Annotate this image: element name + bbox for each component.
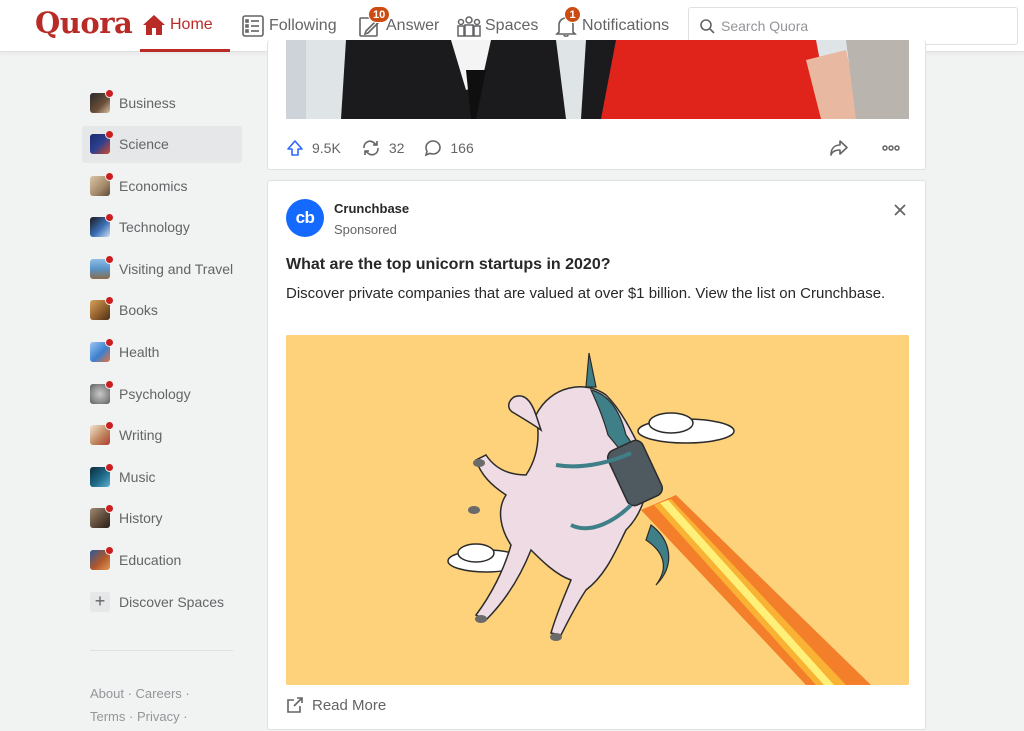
comment-icon — [425, 140, 442, 157]
nav-home[interactable]: Home — [140, 0, 230, 52]
close-ad-button[interactable] — [891, 201, 909, 219]
notifications-badge: 1 — [564, 6, 581, 23]
sidebar-item-label: Writing — [119, 427, 163, 444]
sidebar-item-label: Books — [119, 302, 158, 319]
quora-logo[interactable]: Quora — [35, 6, 133, 40]
sidebar-item-science[interactable]: Science — [82, 125, 242, 163]
writing-topic-icon — [90, 421, 114, 446]
share-post-button[interactable] — [829, 139, 857, 157]
read-more-link[interactable]: Read More — [286, 696, 386, 714]
feed-post-card: 9.5K 32 166 — [267, 40, 926, 170]
technology-topic-icon — [90, 213, 114, 238]
footer-about-link[interactable]: About — [90, 686, 124, 701]
music-topic-icon — [90, 462, 114, 487]
advertiser-name[interactable]: Crunchbase — [334, 201, 409, 216]
sidebar-item-music[interactable]: Music — [82, 458, 242, 495]
spaces-icon — [455, 12, 483, 40]
sidebar-item-business[interactable]: Business — [82, 84, 242, 121]
sidebar-item-education[interactable]: Education — [82, 542, 242, 579]
sidebar-divider — [90, 650, 233, 651]
sponsored-label: Sponsored — [334, 222, 397, 237]
business-topic-icon — [90, 88, 114, 113]
sponsored-ad-card: cb Crunchbase Sponsored What are the top… — [267, 180, 926, 730]
nav-spaces-label: Spaces — [485, 17, 539, 34]
post-image — [286, 40, 909, 119]
more-options-button[interactable] — [881, 144, 909, 152]
economics-topic-icon — [90, 171, 114, 196]
sidebar-item-label: Visiting and Travel — [119, 260, 234, 277]
comment-count: 166 — [450, 140, 474, 156]
sidebar-item-label: Science — [119, 136, 169, 153]
footer-privacy-link[interactable]: Privacy — [137, 709, 180, 724]
discover-spaces-button[interactable]: + Discover Spaces — [82, 583, 242, 620]
books-topic-icon — [90, 296, 114, 321]
nav-answer-label: Answer — [386, 17, 440, 34]
sidebar-footer-links: About · Careers · Terms · Privacy · — [90, 686, 190, 724]
crunchbase-logo[interactable]: cb — [286, 199, 324, 237]
sidebar-item-label: Economics — [119, 177, 188, 194]
education-topic-icon — [90, 546, 114, 571]
following-icon — [239, 12, 267, 40]
sidebar-item-label: Business — [119, 94, 176, 111]
share-arrow-icon — [830, 140, 848, 156]
more-options-icon — [882, 145, 900, 151]
health-topic-icon — [90, 338, 114, 363]
sidebar-item-psychology[interactable]: Psychology — [82, 375, 242, 412]
sidebar-item-books[interactable]: Books — [82, 292, 242, 329]
answer-badge: 10 — [368, 6, 391, 23]
nav-following-label: Following — [269, 17, 337, 34]
read-more-label: Read More — [312, 696, 387, 714]
answer-icon: 10 — [356, 6, 391, 40]
upvote-icon — [287, 140, 303, 156]
search-icon — [700, 19, 715, 34]
sidebar-item-label: Technology — [119, 219, 190, 236]
search-input[interactable] — [721, 18, 1001, 34]
comment-button[interactable]: 166 — [424, 139, 474, 157]
upvote-button[interactable]: 9.5K — [286, 139, 341, 157]
sidebar-item-history[interactable]: History — [82, 500, 242, 537]
history-topic-icon — [90, 504, 114, 529]
sidebar-item-label: Psychology — [119, 385, 191, 402]
sidebar-item-economics[interactable]: Economics — [82, 167, 242, 204]
ad-title[interactable]: What are the top unicorn startups in 202… — [286, 256, 611, 274]
sidebar-item-visiting-and-travel[interactable]: Visiting and Travel — [82, 250, 242, 287]
discover-spaces-label: Discover Spaces — [119, 593, 225, 610]
upvote-count: 9.5K — [312, 140, 341, 156]
close-icon — [894, 204, 906, 216]
sidebar-item-label: Education — [119, 552, 182, 569]
reshare-icon — [363, 140, 379, 156]
sidebar-item-label: History — [119, 510, 163, 527]
home-icon — [140, 11, 168, 39]
nav-home-label: Home — [170, 15, 213, 33]
share-count: 32 — [388, 140, 405, 156]
sidebar-item-technology[interactable]: Technology — [82, 209, 242, 246]
plus-icon: + — [90, 591, 110, 612]
footer-terms-link[interactable]: Terms — [90, 709, 125, 724]
sidebar-item-label: Health — [119, 344, 160, 361]
psychology-topic-icon — [90, 379, 114, 404]
travel-topic-icon — [90, 254, 114, 279]
share-button[interactable]: 32 — [361, 139, 405, 157]
bell-icon: 1 — [552, 6, 581, 40]
ad-description: Discover private companies that are valu… — [286, 285, 886, 302]
science-topic-icon — [90, 130, 114, 155]
footer-careers-link[interactable]: Careers — [136, 686, 182, 701]
external-link-icon — [287, 697, 303, 713]
topics-sidebar: Business Science Economics Technology Vi… — [82, 84, 242, 625]
post-actions-bar: 9.5K 32 166 — [286, 135, 909, 161]
ad-image-unicorn[interactable] — [286, 335, 909, 685]
nav-notifications-label: Notifications — [582, 17, 670, 34]
sidebar-item-health[interactable]: Health — [82, 334, 242, 371]
sidebar-item-writing[interactable]: Writing — [82, 417, 242, 454]
sidebar-item-label: Music — [119, 468, 156, 485]
